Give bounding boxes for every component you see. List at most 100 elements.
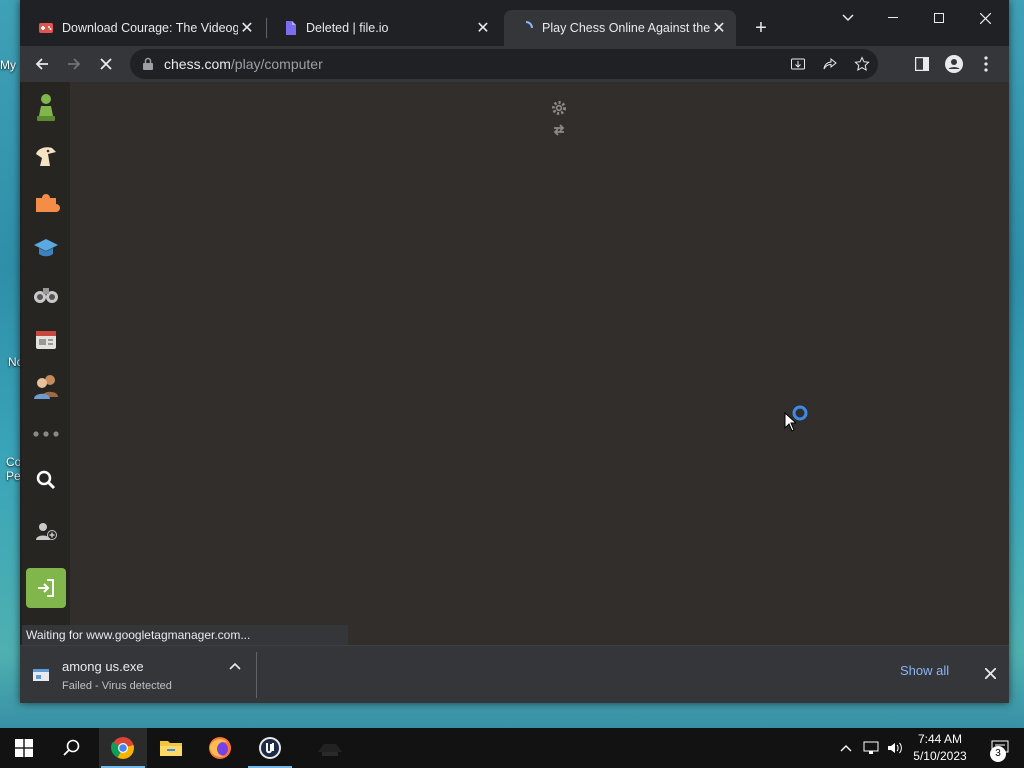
file-explorer-icon <box>160 741 182 756</box>
puzzles-icon <box>36 147 56 166</box>
install-app-icon[interactable] <box>782 49 814 79</box>
sidebar-item-watch[interactable] <box>26 274 66 314</box>
more-horiz-icon <box>33 431 59 437</box>
sidebar-item-learn[interactable] <box>26 182 66 222</box>
forward-button[interactable] <box>60 50 88 78</box>
taskbar-app[interactable] <box>306 728 354 768</box>
address-bar[interactable]: chess.com/play/computer <box>130 49 878 79</box>
tab-title: Play Chess Online Against the Co <box>542 21 710 35</box>
address-bar-actions <box>782 49 878 79</box>
close-icon[interactable]: ✕ <box>710 19 728 37</box>
sidebar-item-play[interactable] <box>26 88 66 128</box>
chrome-icon <box>111 737 134 759</box>
volume-icon <box>888 742 902 754</box>
settings-gear-button[interactable] <box>547 97 571 119</box>
flip-board-icon <box>553 124 565 136</box>
close-window-button[interactable] <box>962 4 1008 32</box>
chess-sidebar <box>22 82 70 645</box>
close-icon[interactable]: ✕ <box>474 19 492 37</box>
download-options-button[interactable] <box>225 656 245 676</box>
sidebar-item-search[interactable] <box>26 460 66 500</box>
tab-search-button[interactable] <box>825 4 871 32</box>
share-icon[interactable] <box>814 49 846 79</box>
learn-icon <box>36 194 60 212</box>
side-panel-icon <box>915 57 929 71</box>
tab-title: Deleted | file.io <box>306 21 389 35</box>
chevron-down-icon <box>842 14 854 22</box>
close-icon <box>100 58 112 70</box>
arrow-right-icon <box>68 58 81 70</box>
profile-button[interactable] <box>940 50 968 78</box>
flip-board-button[interactable] <box>547 119 571 141</box>
taskbar-chrome[interactable] <box>99 728 147 768</box>
profile-icon <box>945 55 963 73</box>
download-bar: among us.exe Failed - Virus detected Sho… <box>20 645 1009 703</box>
tab-play-chess[interactable]: Play Chess Online Against the Co ✕ <box>504 10 736 46</box>
url-host: chess.com <box>164 56 231 72</box>
unreal-engine-icon <box>259 737 281 759</box>
back-button[interactable] <box>28 50 56 78</box>
close-icon[interactable]: ✕ <box>238 19 256 37</box>
add-user-icon <box>36 523 57 540</box>
social-icon <box>34 375 58 399</box>
download-status: Failed - Virus detected <box>62 679 172 692</box>
divider <box>256 652 257 698</box>
menu-button[interactable] <box>972 50 1000 78</box>
sidebar-item-more[interactable] <box>26 414 66 454</box>
loading-spinner-icon <box>518 20 534 36</box>
stop-loading-button[interactable] <box>92 50 120 78</box>
tab-deleted-fileio[interactable]: Deleted | file.io ✕ <box>268 10 500 46</box>
sidebar-item-social[interactable] <box>26 366 66 406</box>
download-file-name: among us.exe <box>62 658 144 674</box>
sidebar-item-puzzles[interactable] <box>26 136 66 176</box>
taskbar-unreal-engine[interactable] <box>246 728 294 768</box>
sidebar-item-signup[interactable] <box>26 512 66 552</box>
sidebar-item-lessons[interactable] <box>26 228 66 268</box>
loading-status: Waiting for www.googletagmanager.com... <box>22 625 348 645</box>
taskbar-file-explorer[interactable] <box>147 728 195 768</box>
search-icon <box>36 470 56 490</box>
close-download-bar-button[interactable] <box>980 663 1000 683</box>
tab-strip: Download Courage: The Videoga ✕ Deleted … <box>20 0 1009 46</box>
fileio-icon <box>282 20 298 36</box>
desktop-label-my[interactable]: My <box>0 58 16 72</box>
minimize-icon <box>888 17 898 18</box>
sidebar-item-login[interactable] <box>26 568 66 608</box>
tab-download-courage[interactable]: Download Courage: The Videoga ✕ <box>24 10 264 46</box>
browser-toolbar: chess.com/play/computer <box>20 46 1009 82</box>
notification-count-badge: 3 <box>990 746 1006 762</box>
minimize-button[interactable] <box>870 4 916 32</box>
show-all-downloads-link[interactable]: Show all <box>900 663 949 678</box>
firefox-icon <box>209 737 231 759</box>
start-icon <box>15 739 33 757</box>
url-path: /play/computer <box>230 56 323 72</box>
network-icon <box>863 741 879 754</box>
clock-date: 5/10/2023 <box>913 749 967 763</box>
play-icon <box>37 94 55 121</box>
bookmark-star-icon[interactable] <box>846 49 878 79</box>
app-icon <box>318 744 342 756</box>
show-hidden-icons-button[interactable] <box>837 728 855 768</box>
sidebar-item-news[interactable] <box>26 320 66 360</box>
windows-taskbar: 7:44 AM 5/10/2023 <box>0 728 1024 768</box>
login-icon <box>38 579 54 597</box>
taskbar-firefox[interactable] <box>196 728 244 768</box>
news-icon <box>36 331 56 349</box>
clock-time: 7:44 AM <box>917 732 963 746</box>
taskbar-search-button[interactable] <box>48 728 96 768</box>
gamepad-icon <box>38 20 54 36</box>
taskbar-clock[interactable]: 7:44 AM 5/10/2023 <box>905 731 975 765</box>
volume-button[interactable] <box>884 728 906 768</box>
chess-page <box>22 82 1009 645</box>
maximize-icon <box>934 13 944 23</box>
more-vert-icon <box>984 56 988 72</box>
start-button[interactable] <box>0 728 48 768</box>
desktop-label-pe[interactable]: Pe <box>6 469 21 483</box>
maximize-button[interactable] <box>916 4 962 32</box>
download-item[interactable]: among us.exe Failed - Virus detected <box>32 656 256 694</box>
network-status-button[interactable] <box>860 728 882 768</box>
close-icon <box>979 12 991 24</box>
search-icon <box>63 739 80 756</box>
new-tab-button[interactable]: + <box>750 17 772 39</box>
side-panel-button[interactable] <box>908 50 936 78</box>
